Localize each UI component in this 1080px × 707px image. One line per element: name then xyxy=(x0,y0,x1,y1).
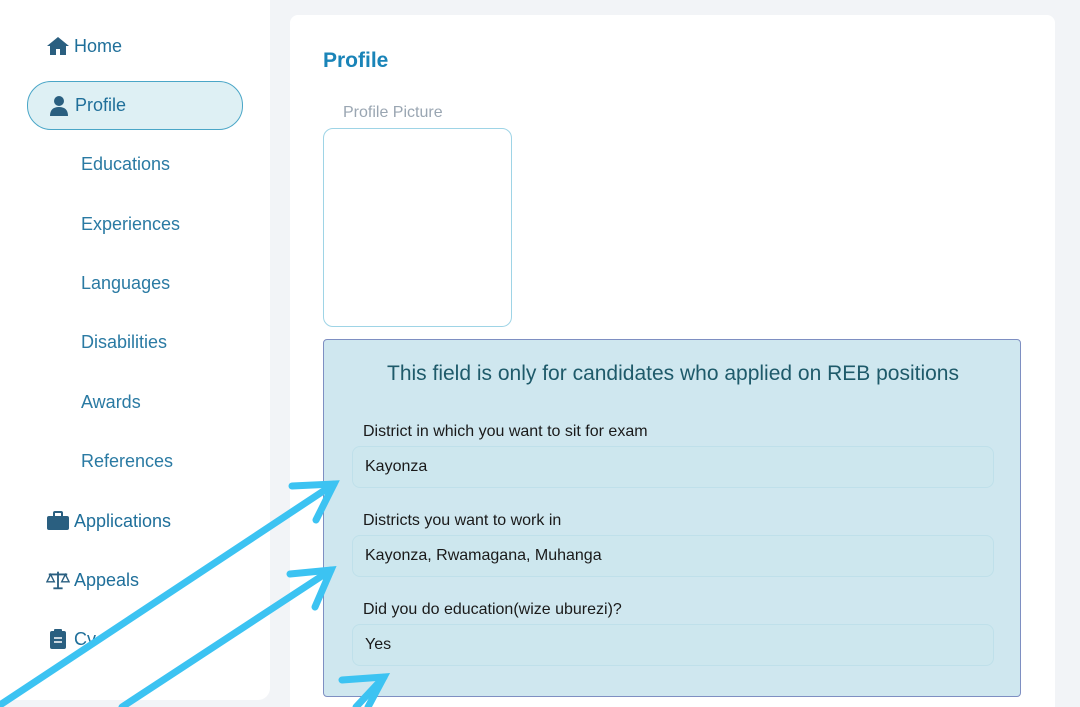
sidebar-subitem-references[interactable]: References xyxy=(81,451,173,472)
sidebar-subitem-awards[interactable]: Awards xyxy=(81,392,141,413)
sidebar-subitem-disabilities[interactable]: Disabilities xyxy=(81,332,167,353)
sidebar: Home Profile Educations Experiences Lang… xyxy=(0,0,270,700)
page-title: Profile xyxy=(323,49,389,72)
sidebar-item-cv[interactable]: Cv xyxy=(46,626,96,652)
sidebar-subitem-educations[interactable]: Educations xyxy=(81,154,170,175)
sidebar-item-profile[interactable]: Profile xyxy=(27,81,243,130)
sidebar-item-label: Applications xyxy=(74,510,172,531)
sidebar-item-appeals[interactable]: Appeals xyxy=(46,567,139,593)
profile-picture-box[interactable] xyxy=(323,128,512,327)
exam-district-field[interactable]: Kayonza xyxy=(352,446,994,488)
user-icon xyxy=(47,95,71,117)
reb-fields-panel: This field is only for candidates who ap… xyxy=(323,339,1021,697)
sidebar-item-label: Cv xyxy=(74,628,96,649)
reb-notice: This field is only for candidates who ap… xyxy=(387,362,959,385)
exam-district-label: District in which you want to sit for ex… xyxy=(363,423,648,440)
balance-scale-icon xyxy=(46,569,70,591)
education-answer-field[interactable]: Yes xyxy=(352,624,994,666)
sidebar-subitem-experiences[interactable]: Experiences xyxy=(81,214,180,235)
clipboard-icon xyxy=(46,628,70,650)
sidebar-item-label: Home xyxy=(74,35,123,56)
home-icon xyxy=(46,35,70,57)
briefcase-icon xyxy=(46,510,70,532)
education-question-label: Did you do education(wize uburezi)? xyxy=(363,601,622,618)
sidebar-item-label: Profile xyxy=(75,95,127,115)
sidebar-item-applications[interactable]: Applications xyxy=(46,508,171,534)
profile-picture-label: Profile Picture xyxy=(343,104,443,121)
work-districts-label: Districts you want to work in xyxy=(363,512,562,529)
work-districts-field[interactable]: Kayonza, Rwamagana, Muhanga xyxy=(352,535,994,577)
sidebar-item-home[interactable]: Home xyxy=(46,33,122,59)
sidebar-item-label: Appeals xyxy=(74,569,140,590)
sidebar-subitem-languages[interactable]: Languages xyxy=(81,273,170,294)
